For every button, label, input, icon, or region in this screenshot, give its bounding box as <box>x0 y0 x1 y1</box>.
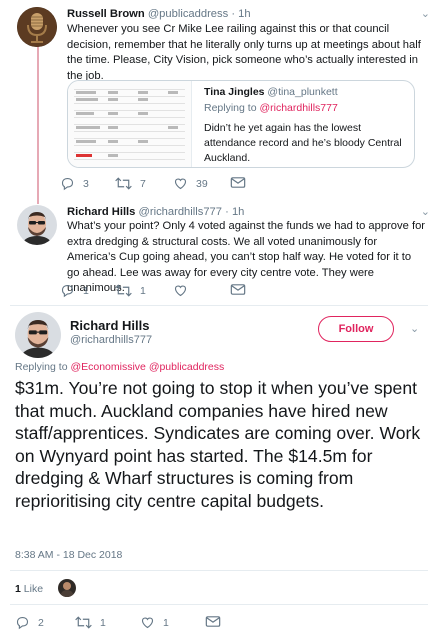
replying-handle[interactable]: @publicaddress <box>149 361 224 373</box>
direct-message-button[interactable] <box>205 615 221 628</box>
avatar-russell-brown[interactable] <box>17 7 57 47</box>
reply-icon <box>16 616 29 630</box>
quoted-replying-prefix: Replying to <box>204 102 260 114</box>
retweet-button[interactable]: 1 <box>75 615 106 630</box>
mail-icon <box>230 284 246 295</box>
retweet-button[interactable]: 7 <box>115 176 146 191</box>
reply-icon <box>61 284 74 298</box>
author-name[interactable]: Richard Hills <box>67 206 135 218</box>
quoted-replying-handle[interactable]: @richardhills777 <box>259 102 337 114</box>
chevron-down-icon[interactable]: ⌄ <box>410 322 419 335</box>
likes-label: Like <box>23 583 44 595</box>
retweet-icon <box>115 177 132 190</box>
liker-avatar-image <box>58 579 76 597</box>
tweet-actions: 3 7 39 <box>60 176 390 192</box>
chevron-down-icon[interactable]: ⌄ <box>421 205 430 218</box>
reply-icon <box>61 177 74 191</box>
direct-message-button[interactable] <box>230 283 246 296</box>
retweet-icon <box>75 616 92 629</box>
liker-avatar[interactable] <box>58 579 76 597</box>
direct-message-button[interactable] <box>230 176 246 189</box>
likes-summary[interactable]: 1 Like <box>15 583 43 595</box>
retweet-icon <box>115 284 132 297</box>
likes-count: 1 <box>15 583 21 595</box>
like-icon <box>174 285 187 297</box>
separator: · <box>231 8 236 20</box>
quoted-author-name[interactable]: Tina Jingles <box>204 86 265 98</box>
author-name[interactable]: Russell Brown <box>67 8 145 20</box>
avatar-image <box>17 205 57 245</box>
tweet-text: $31m. You’re not going to stop it when y… <box>15 378 421 511</box>
retweet-count: 1 <box>140 284 146 297</box>
mail-icon <box>205 616 221 627</box>
tweet-timestamp[interactable]: 8:38 AM - 18 Dec 2018 <box>15 549 122 561</box>
replying-handle[interactable]: @Economissive <box>70 361 145 373</box>
tweet-header: Russell Brown @publicaddress · 1h <box>67 7 251 21</box>
author-handle[interactable]: @publicaddress <box>148 8 228 20</box>
reply-count: 3 <box>83 177 89 190</box>
reply-button[interactable]: 3 <box>60 176 89 191</box>
like-button[interactable]: 39 <box>173 176 208 191</box>
like-icon <box>174 178 187 190</box>
replying-to: Replying to @Economissive @publicaddress <box>15 361 224 373</box>
like-count: 39 <box>196 177 208 190</box>
divider <box>10 570 428 571</box>
reply-count: 1 <box>83 284 89 297</box>
reply-count: 2 <box>38 616 44 629</box>
tweet-actions: 1 1 <box>60 283 390 299</box>
divider <box>10 604 428 605</box>
avatar-image <box>15 312 61 358</box>
like-button[interactable] <box>173 283 196 298</box>
mail-icon <box>230 177 246 188</box>
separator: · <box>225 206 229 218</box>
attendance-table-image <box>68 81 192 167</box>
author-handle[interactable]: @richardhills777 <box>70 334 152 346</box>
retweet-button[interactable]: 1 <box>115 283 146 298</box>
tweet-actions: 2 1 1 <box>15 615 415 631</box>
follow-button[interactable]: Follow <box>318 316 394 342</box>
reply-button[interactable]: 2 <box>15 615 44 630</box>
microphone-avatar <box>17 7 57 47</box>
avatar-richard-hills[interactable] <box>15 312 61 358</box>
quoted-text: Didn’t he yet again has the lowest atten… <box>204 122 402 164</box>
quoted-author-handle[interactable]: @tina_plunkett <box>267 86 337 98</box>
author-name[interactable]: Richard Hills <box>70 318 149 333</box>
tweet-header: Richard Hills @richardhills777 · 1h <box>67 205 244 219</box>
tweet-time[interactable]: 1h <box>232 206 244 218</box>
replying-prefix: Replying to <box>15 361 71 373</box>
reply-button[interactable]: 1 <box>60 283 89 298</box>
quoted-tweet[interactable]: Tina Jingles @tina_plunkett Replying to … <box>67 80 415 168</box>
tweet-text: Whenever you see Cr Mike Lee railing aga… <box>67 23 421 82</box>
retweet-count: 7 <box>140 177 146 190</box>
avatar-richard-hills[interactable] <box>17 205 57 245</box>
divider <box>10 305 428 306</box>
retweet-count: 1 <box>100 616 106 629</box>
author-handle[interactable]: @richardhills777 <box>139 206 223 218</box>
like-count: 1 <box>163 616 169 629</box>
like-icon <box>141 617 154 629</box>
thread-line <box>37 42 39 204</box>
tweet-time[interactable]: 1h <box>238 8 250 20</box>
chevron-down-icon[interactable]: ⌄ <box>421 7 430 20</box>
like-button[interactable]: 1 <box>140 615 169 630</box>
